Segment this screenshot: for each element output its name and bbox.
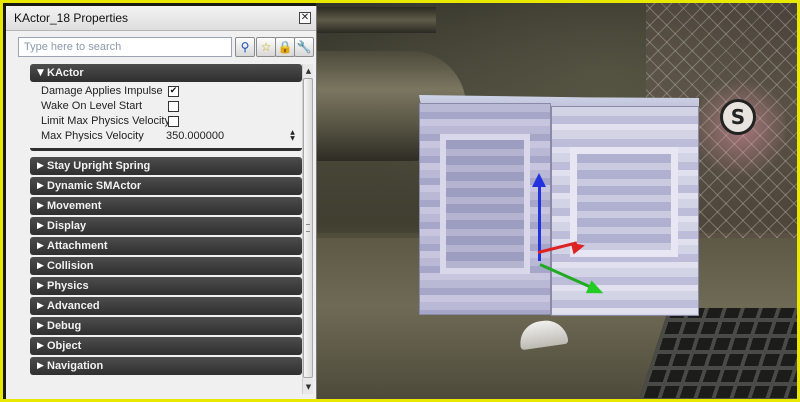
limit-max-physics-velocity-checkbox[interactable] <box>168 116 179 127</box>
category-physics[interactable]: ▶ Physics <box>30 277 302 295</box>
expand-arrow-icon[interactable]: ▼ <box>37 64 44 82</box>
crate-panel <box>440 134 530 274</box>
star-icon[interactable]: ☆ <box>256 37 276 57</box>
crate-side-face[interactable] <box>551 106 699 316</box>
category-label: Display <box>47 220 87 232</box>
category-kactor[interactable]: ▼ KActor <box>30 64 302 82</box>
property-name: Damage Applies Impulse <box>41 85 163 97</box>
category-label: Debug <box>47 320 82 332</box>
category-footer <box>30 148 302 151</box>
category-label: Object <box>47 340 82 352</box>
expand-arrow-icon[interactable]: ▶ <box>37 317 44 335</box>
scroll-down-icon[interactable]: ▼ <box>304 382 313 392</box>
category-navigation[interactable]: ▶ Navigation <box>30 357 302 375</box>
gizmo-z-axis[interactable] <box>538 181 541 261</box>
category-debug[interactable]: ▶ Debug <box>30 317 302 335</box>
lock-icon[interactable]: 🔒 <box>275 37 295 57</box>
property-row: Max Physics Velocity 350.000000 ▲ ▼ <box>30 129 302 144</box>
max-physics-velocity-field[interactable]: 350.000000 <box>166 129 224 144</box>
wake-on-level-start-checkbox[interactable] <box>168 101 179 112</box>
value-spinner[interactable]: ▲ ▼ <box>288 130 297 142</box>
category-label: Attachment <box>47 240 108 252</box>
category-label: Stay Upright Spring <box>47 160 151 172</box>
expand-arrow-icon[interactable]: ▶ <box>37 177 44 195</box>
scroll-up-icon[interactable]: ▲ <box>304 66 313 76</box>
category-collision[interactable]: ▶ Collision <box>30 257 302 275</box>
round-sign: S <box>720 99 756 135</box>
crate-panel <box>570 147 678 257</box>
property-row: Wake On Level Start <box>30 99 302 114</box>
category-label: Movement <box>47 200 102 212</box>
crate-front-face[interactable] <box>419 103 551 315</box>
property-name: Limit Max Physics Velocity <box>41 115 170 127</box>
category-attachment[interactable]: ▶ Attachment <box>30 237 302 255</box>
spinner-down-icon[interactable]: ▼ <box>290 135 295 142</box>
category-label: Advanced <box>47 300 100 312</box>
title-bar[interactable]: KActor_18 Properties ✕ <box>6 6 316 31</box>
expand-arrow-icon[interactable]: ▶ <box>37 197 44 215</box>
category-label: Navigation <box>47 360 104 372</box>
search-icon[interactable]: ⚲ <box>235 37 255 57</box>
property-name: Max Physics Velocity <box>41 130 144 142</box>
wrench-icon[interactable]: 🔧 <box>294 37 314 57</box>
property-row: Damage Applies Impulse ✔ <box>30 84 302 99</box>
category-dynamic-smactor[interactable]: ▶ Dynamic SMActor <box>30 177 302 195</box>
search-input[interactable] <box>18 37 232 57</box>
level-viewport[interactable]: S <box>316 3 797 399</box>
gizmo-z-arrow-icon[interactable] <box>532 173 546 187</box>
category-movement[interactable]: ▶ Movement <box>30 197 302 215</box>
grip-icon <box>306 224 310 232</box>
category-label: Collision <box>47 260 94 272</box>
expand-arrow-icon[interactable]: ▶ <box>37 157 44 175</box>
category-object[interactable]: ▶ Object <box>30 337 302 355</box>
expand-arrow-icon[interactable]: ▶ <box>37 237 44 255</box>
expand-arrow-icon[interactable]: ▶ <box>37 257 44 275</box>
close-button[interactable]: ✕ <box>299 12 311 24</box>
app-frame: S KActor_18 Properties ✕ ⚲ ☆ 🔒 🔧 ▼ <box>0 0 800 402</box>
collapsed-categories: ▶ Stay Upright Spring ▶ Dynamic SMActor ▶ Mov… <box>30 157 302 375</box>
expand-arrow-icon[interactable]: ▶ <box>37 337 44 355</box>
category-advanced[interactable]: ▶ Advanced <box>30 297 302 315</box>
property-name: Wake On Level Start <box>41 100 143 112</box>
window-title: KActor_18 Properties <box>14 11 129 25</box>
category-label: Dynamic SMActor <box>47 180 142 192</box>
damage-applies-impulse-checkbox[interactable]: ✔ <box>168 86 179 97</box>
expand-arrow-icon[interactable]: ▶ <box>37 297 44 315</box>
expand-arrow-icon[interactable]: ▶ <box>37 277 44 295</box>
vertical-scrollbar[interactable]: ▲ ▼ <box>302 64 313 394</box>
category-label: KActor <box>47 67 84 79</box>
category-label: Physics <box>47 280 89 292</box>
property-row: Limit Max Physics Velocity <box>30 114 302 129</box>
properties-panel: KActor_18 Properties ✕ ⚲ ☆ 🔒 🔧 ▼ KActor … <box>6 6 317 399</box>
upper-pipe <box>316 7 436 33</box>
scrollbar-thumb[interactable] <box>303 78 313 378</box>
expand-arrow-icon[interactable]: ▶ <box>37 357 44 375</box>
property-tree: ▼ KActor Damage Applies Impulse ✔ Wake O… <box>30 64 302 394</box>
kactor-properties: Damage Applies Impulse ✔ Wake On Level S… <box>30 84 302 144</box>
category-stay-upright-spring[interactable]: ▶ Stay Upright Spring <box>30 157 302 175</box>
category-display[interactable]: ▶ Display <box>30 217 302 235</box>
expand-arrow-icon[interactable]: ▶ <box>37 217 44 235</box>
